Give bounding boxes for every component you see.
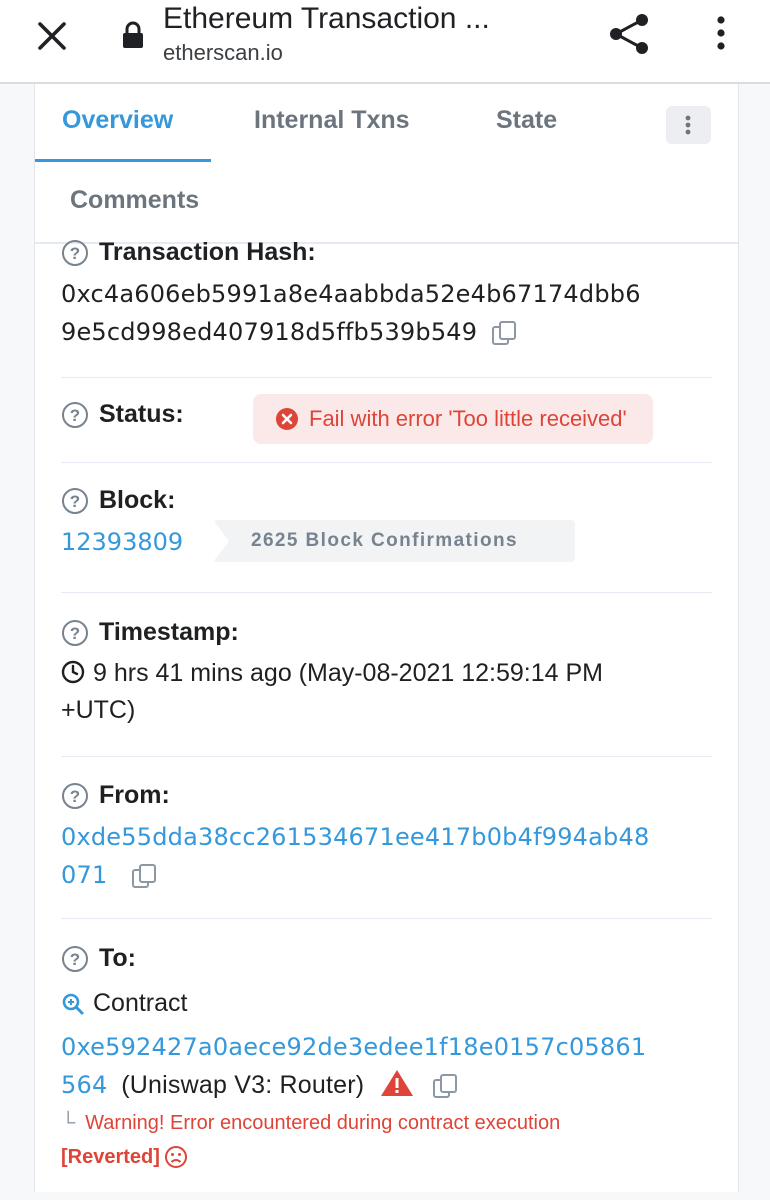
transaction-card: Overview Internal Txns State Comments ? (34, 84, 739, 1192)
tab-state[interactable]: State (496, 106, 557, 135)
error-circle-icon (276, 408, 298, 430)
divider (61, 462, 712, 463)
contract-name: (Uniswap V3: Router) (121, 1071, 365, 1099)
from-label: ? From: (61, 781, 712, 810)
svg-text:?: ? (70, 950, 80, 969)
question-circle-icon[interactable]: ? (61, 401, 89, 429)
warning-triangle-icon (381, 1070, 414, 1096)
from-row: ? From: 0xde55dda38cc261534671ee417b0b4f… (61, 781, 712, 894)
question-circle-icon[interactable]: ? (61, 619, 89, 647)
browser-toolbar: Ethereum Transaction ... etherscan.io (0, 0, 770, 84)
to-row: ? To: Contract 0xe592427a0aece92de3edee1… (61, 944, 712, 1169)
page-title: Ethereum Transaction ... (163, 2, 490, 35)
copy-icon[interactable] (491, 320, 517, 346)
to-label: ? To: (61, 944, 712, 973)
from-address-link[interactable]: 0xde55dda38cc261534671ee417b0b4f994ab48 … (61, 818, 712, 894)
divider (61, 756, 712, 757)
share-icon[interactable] (604, 12, 656, 56)
execution-warning: └ Warning! Error encountered during contr… (61, 1112, 561, 1134)
clock-icon (61, 660, 85, 684)
svg-text:?: ? (70, 624, 80, 643)
sad-face-icon (164, 1146, 187, 1168)
hash-row: ? Transaction Hash: 0xc4a606eb5991a8e4aa… (61, 238, 712, 351)
more-vert-icon[interactable] (706, 14, 736, 54)
question-circle-icon[interactable]: ? (61, 945, 89, 973)
divider (61, 918, 712, 919)
status-row: ? Status: Fail with error 'Too little re… (61, 394, 712, 444)
tab-internal-txns[interactable]: Internal Txns (254, 106, 410, 135)
tab-more-button[interactable] (666, 106, 711, 144)
divider (61, 377, 712, 378)
tab-overview[interactable]: Overview (62, 106, 173, 135)
block-confirmations-badge: 2625 Block Confirmations (213, 520, 575, 562)
to-address-link[interactable]: 0xe592427a0aece92de3edee1f18e0157c05861 (61, 1028, 712, 1066)
contract-label: Contract (61, 989, 712, 1018)
tab-bar: Overview Internal Txns State Comments (35, 84, 738, 244)
copy-icon[interactable] (432, 1073, 458, 1099)
block-label: ? Block: (61, 486, 712, 515)
to-address: 0xe592427a0aece92de3edee1f18e0157c05861 … (61, 1028, 712, 1104)
question-circle-icon[interactable]: ? (61, 487, 89, 515)
status-badge: Fail with error 'Too little received' (253, 394, 653, 444)
copy-icon[interactable] (131, 863, 157, 889)
svg-text:?: ? (70, 244, 80, 263)
close-icon[interactable] (32, 16, 72, 56)
divider (61, 592, 712, 593)
hash-label: ? Transaction Hash: (61, 238, 712, 267)
reverted-label: [Reverted] (61, 1145, 712, 1169)
block-number-link[interactable]: 12393809 (61, 528, 183, 556)
more-vert-icon (685, 115, 691, 135)
search-contract-icon[interactable] (61, 992, 85, 1016)
timestamp-label: ? Timestamp: (61, 618, 712, 647)
page-url[interactable]: etherscan.io (163, 40, 283, 66)
svg-text:?: ? (70, 406, 80, 425)
page-background: Overview Internal Txns State Comments ? (0, 84, 770, 1200)
to-address-link-tail[interactable]: 564 (61, 1071, 107, 1099)
svg-text:?: ? (70, 787, 80, 806)
tx-hash-value: 0xc4a606eb5991a8e4aabbda52e4b67174dbb6 9… (61, 280, 641, 346)
timestamp-value: 9 hrs 41 mins ago (May-08-2021 12:59:14 … (61, 659, 603, 724)
tab-active-indicator (35, 159, 211, 162)
tab-comments[interactable]: Comments (70, 186, 199, 215)
timestamp-row: ? Timestamp: 9 hrs 41 mins ago (May-08-2… (61, 618, 712, 729)
question-circle-icon[interactable]: ? (61, 782, 89, 810)
question-circle-icon[interactable]: ? (61, 239, 89, 267)
lock-icon (123, 21, 143, 48)
svg-text:?: ? (70, 492, 80, 511)
branch-line-icon: └ (61, 1112, 76, 1134)
block-row: ? Block: 12393809 2625 Block Confirmatio… (61, 486, 712, 562)
